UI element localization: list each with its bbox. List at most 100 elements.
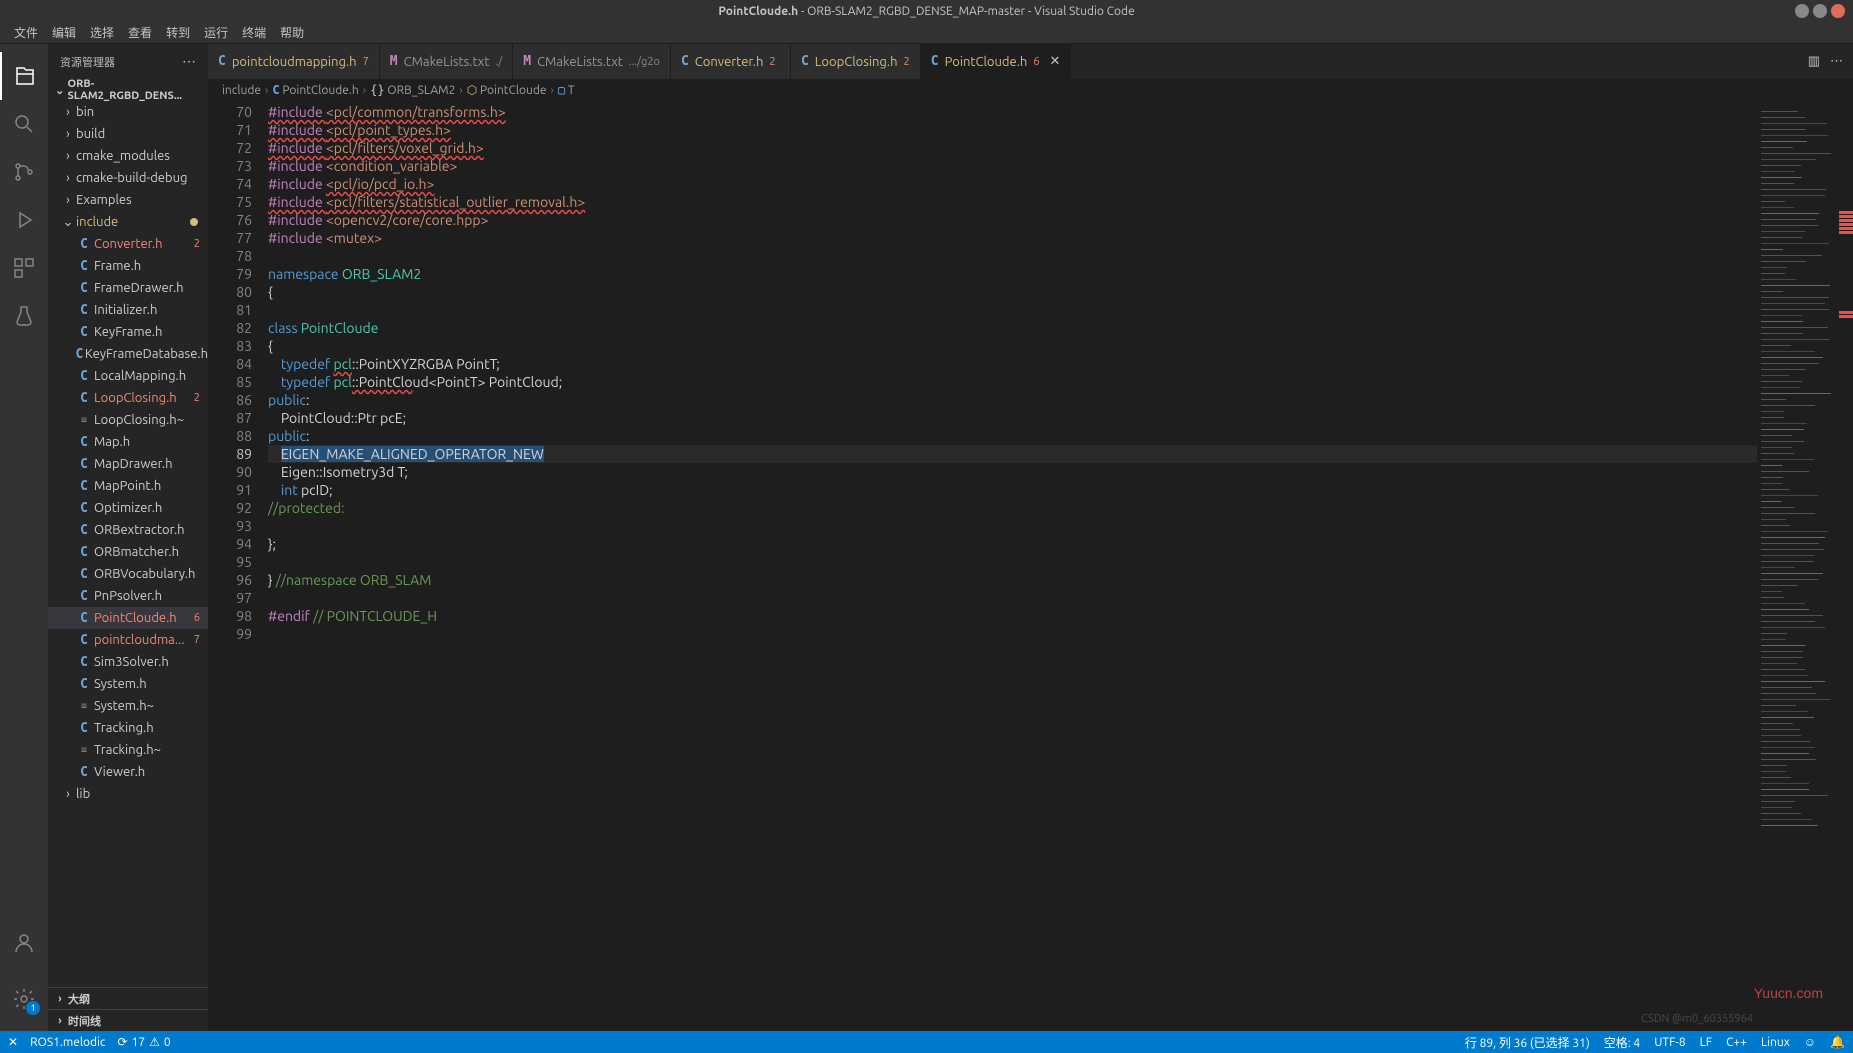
c-file-icon: C xyxy=(74,435,94,450)
chevron-down-icon: ⌄ xyxy=(52,84,67,97)
minimap[interactable] xyxy=(1757,101,1853,1031)
eol[interactable]: LF xyxy=(1700,1034,1712,1051)
explorer-icon[interactable] xyxy=(0,52,48,100)
c-file-icon: C xyxy=(74,545,94,560)
file-item[interactable]: CSim3Solver.h xyxy=(48,651,208,673)
breadcrumb-item[interactable]: ⬡ PointCloude xyxy=(467,83,547,97)
remote-indicator[interactable]: ✕ xyxy=(8,1035,18,1049)
title-bar: PointCloude.h - ORB-SLAM2_RGBD_DENSE_MAP… xyxy=(0,0,1853,22)
testing-icon[interactable] xyxy=(0,292,48,340)
file-item[interactable]: COptimizer.h xyxy=(48,497,208,519)
folder-item[interactable]: ›build xyxy=(48,123,208,145)
file-item[interactable]: ≡LoopClosing.h~ xyxy=(48,409,208,431)
folder-item[interactable]: ›cmake-build-debug xyxy=(48,167,208,189)
run-debug-icon[interactable] xyxy=(0,196,48,244)
editor-tabs: Cpointcloudmapping.h7MCMakeLists.txt./MC… xyxy=(208,44,1853,79)
indentation[interactable]: 空格: 4 xyxy=(1604,1034,1640,1051)
file-item[interactable]: CFrame.h xyxy=(48,255,208,277)
file-item[interactable]: ≡System.h~ xyxy=(48,695,208,717)
file-item[interactable]: CKeyFrameDatabase.h xyxy=(48,343,208,365)
os-indicator[interactable]: Linux xyxy=(1761,1034,1790,1051)
file-item[interactable]: CMap.h xyxy=(48,431,208,453)
breadcrumb-item[interactable]: include xyxy=(222,84,261,97)
timeline-section[interactable]: ›时间线 xyxy=(48,1009,208,1031)
close-tab-icon[interactable]: ✕ xyxy=(1050,54,1061,69)
c-file-icon: C xyxy=(74,281,94,296)
c-file-icon: C xyxy=(74,501,94,516)
sidebar-more-icon[interactable]: ⋯ xyxy=(182,53,196,70)
editor-tab[interactable]: CLoopClosing.h2 xyxy=(791,44,921,79)
breadcrumb-item[interactable]: ▢ T xyxy=(558,83,575,97)
editor-tab[interactable]: Cpointcloudmapping.h7 xyxy=(208,44,380,79)
folder-item[interactable]: ›lib xyxy=(48,783,208,805)
source-control-icon[interactable] xyxy=(0,148,48,196)
file-item[interactable]: Cpointcloudma...7 xyxy=(48,629,208,651)
c-file-icon: C xyxy=(74,611,94,626)
sync-status[interactable]: ⟳ 17 ⚠ 0 xyxy=(118,1035,171,1049)
file-item[interactable]: CMapDrawer.h xyxy=(48,453,208,475)
split-editor-icon[interactable]: ▥ xyxy=(1808,54,1820,69)
file-item[interactable]: CKeyFrame.h xyxy=(48,321,208,343)
menu-item[interactable]: 查看 xyxy=(122,22,158,43)
editor-tab[interactable]: CConverter.h2 xyxy=(671,44,791,79)
file-item[interactable]: CORBextractor.h xyxy=(48,519,208,541)
minimize-button[interactable] xyxy=(1795,4,1809,18)
settings-badge: 1 xyxy=(26,1001,40,1015)
menu-item[interactable]: 终端 xyxy=(236,22,272,43)
folder-item[interactable]: ›bin xyxy=(48,101,208,123)
file-item[interactable]: CLocalMapping.h xyxy=(48,365,208,387)
editor-tab[interactable]: MCMakeLists.txt.../g2o xyxy=(513,44,671,79)
file-item[interactable]: CORBmatcher.h xyxy=(48,541,208,563)
workspace-root[interactable]: ⌄ ORB-SLAM2_RGBD_DENS... xyxy=(48,79,208,101)
menu-item[interactable]: 选择 xyxy=(84,22,120,43)
maximize-button[interactable] xyxy=(1813,4,1827,18)
file-item[interactable]: CViewer.h xyxy=(48,761,208,783)
menu-item[interactable]: 转到 xyxy=(160,22,196,43)
feedback-icon[interactable]: ☺ xyxy=(1804,1034,1816,1051)
cursor-position[interactable]: 行 89, 列 36 (已选择 31) xyxy=(1465,1034,1590,1051)
c-file-icon: C xyxy=(74,369,94,384)
breadcrumb-item[interactable]: {} ORB_SLAM2 xyxy=(370,83,455,97)
chevron-down-icon: ⌄ xyxy=(60,215,76,230)
more-actions-icon[interactable]: ⋯ xyxy=(1830,54,1843,69)
c-file-icon: C xyxy=(74,347,85,362)
account-icon[interactable] xyxy=(0,919,48,967)
menu-item[interactable]: 帮助 xyxy=(274,22,310,43)
status-bar: ✕ ROS1.melodic ⟳ 17 ⚠ 0 行 89, 列 36 (已选择 … xyxy=(0,1031,1853,1053)
settings-gear-icon[interactable]: 1 xyxy=(0,975,48,1023)
file-item[interactable]: CLoopClosing.h2 xyxy=(48,387,208,409)
ros-status[interactable]: ROS1.melodic xyxy=(30,1036,105,1049)
editor-tab[interactable]: MCMakeLists.txt./ xyxy=(380,44,513,79)
code-editor[interactable]: 7071727374757677787980818283848586878889… xyxy=(208,101,1853,1031)
outline-section[interactable]: ›大纲 xyxy=(48,987,208,1009)
menu-item[interactable]: 编辑 xyxy=(46,22,82,43)
file-item[interactable]: CInitializer.h xyxy=(48,299,208,321)
menu-item[interactable]: 运行 xyxy=(198,22,234,43)
close-window-button[interactable] xyxy=(1831,4,1845,18)
search-icon[interactable] xyxy=(0,100,48,148)
menu-item[interactable]: 文件 xyxy=(8,22,44,43)
folder-item[interactable]: ›cmake_modules xyxy=(48,145,208,167)
chevron-right-icon: › xyxy=(60,149,76,163)
c-file-icon: C xyxy=(74,589,94,604)
editor-tab[interactable]: CPointCloude.h6✕ xyxy=(921,44,1072,79)
folder-item[interactable]: ⌄include xyxy=(48,211,208,233)
breadcrumbs[interactable]: include›C PointCloude.h›{} ORB_SLAM2›⬡ P… xyxy=(208,79,1853,101)
file-item[interactable]: ≡Tracking.h~ xyxy=(48,739,208,761)
language-mode[interactable]: C++ xyxy=(1726,1034,1747,1051)
file-item[interactable]: CSystem.h xyxy=(48,673,208,695)
folder-item[interactable]: ›Examples xyxy=(48,189,208,211)
breadcrumb-item[interactable]: C PointCloude.h xyxy=(272,83,358,97)
extensions-icon[interactable] xyxy=(0,244,48,292)
file-item[interactable]: CMapPoint.h xyxy=(48,475,208,497)
file-item[interactable]: CConverter.h2 xyxy=(48,233,208,255)
code-content[interactable]: #include <pcl/common/transforms.h>#inclu… xyxy=(268,101,1757,1031)
encoding[interactable]: UTF-8 xyxy=(1654,1034,1685,1051)
modified-dot xyxy=(190,218,198,226)
file-item[interactable]: CPnPsolver.h xyxy=(48,585,208,607)
notifications-icon[interactable]: 🔔 xyxy=(1830,1034,1845,1051)
file-item[interactable]: CTracking.h xyxy=(48,717,208,739)
file-item[interactable]: CPointCloude.h6 xyxy=(48,607,208,629)
file-item[interactable]: CORBVocabulary.h xyxy=(48,563,208,585)
file-item[interactable]: CFrameDrawer.h xyxy=(48,277,208,299)
